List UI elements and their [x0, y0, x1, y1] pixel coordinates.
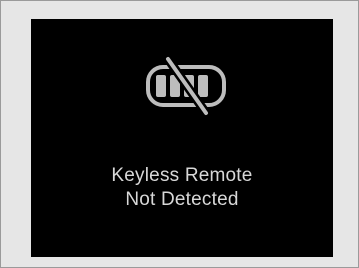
keyless-remote-not-detected-icon	[146, 54, 226, 118]
instrument-display-screen: Keyless Remote Not Detected	[31, 19, 333, 257]
status-message-line-2: Not Detected	[125, 189, 239, 210]
status-message: Keyless Remote Not Detected	[31, 164, 333, 212]
status-message-line-1: Keyless Remote	[111, 165, 253, 186]
display-frame: Keyless Remote Not Detected	[0, 0, 359, 268]
